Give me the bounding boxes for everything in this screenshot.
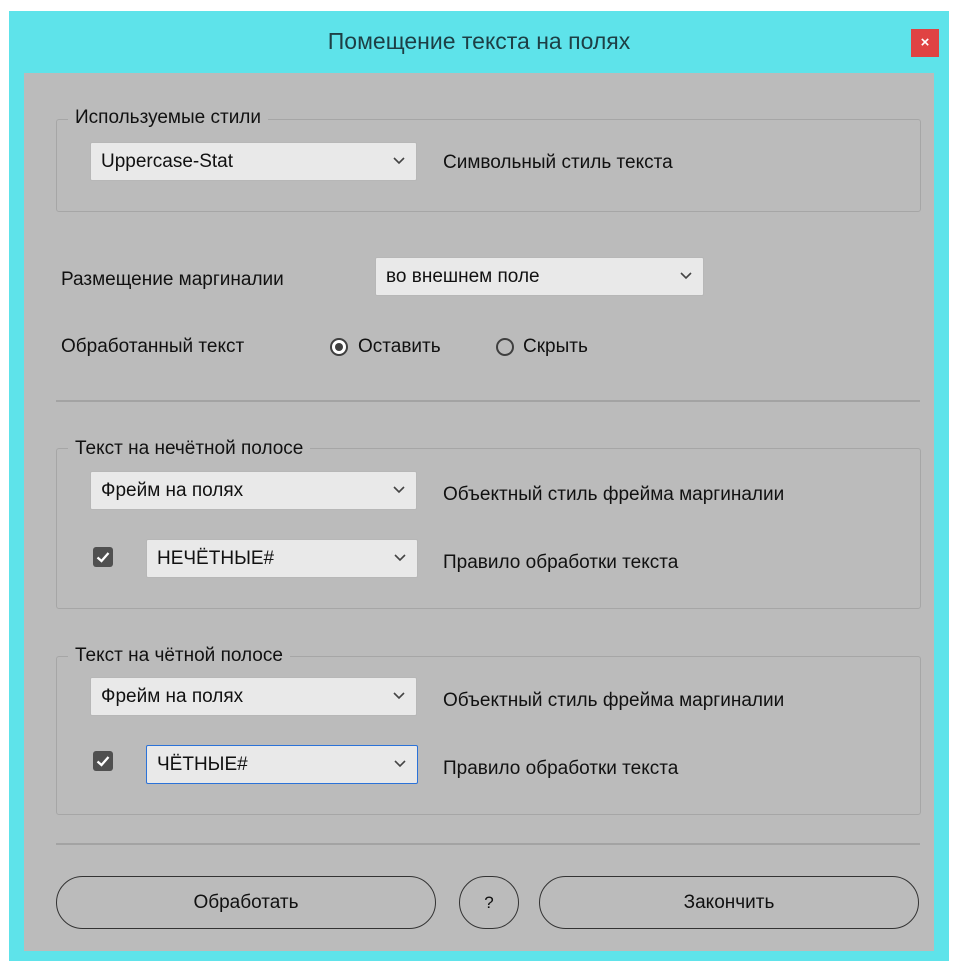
chevron-down-icon [394,760,406,768]
odd-frame-style-value: Фрейм на полях [101,480,244,501]
even-frame-style-select[interactable]: Фрейм на полях [90,677,417,716]
close-icon: × [920,34,930,51]
odd-frame-style-select[interactable]: Фрейм на полях [90,471,417,510]
chevron-down-icon [393,692,405,700]
odd-rule-checkbox[interactable] [93,547,113,567]
placement-value: во внешнем поле [386,266,540,287]
char-style-select[interactable]: Uppercase-Stat [90,142,417,181]
chevron-down-icon [394,554,406,562]
placement-label: Размещение маргиналии [61,269,284,290]
odd-frame-style-label: Объектный стиль фрейма маргиналии [443,484,785,505]
title-bar[interactable]: Помещение текста на полях × [9,11,949,73]
even-rule-checkbox[interactable] [93,751,113,771]
dialog-title: Помещение текста на полях [327,28,631,54]
divider [56,843,920,845]
dialog-body: Используемые стили Uppercase-Stat Символ… [24,73,934,951]
even-rule-value: ЧЁТНЫЕ# [157,754,248,775]
dialog-window: Помещение текста на полях × Используемые… [9,11,949,961]
checkmark-icon [96,756,110,767]
chevron-down-icon [680,272,692,280]
even-frame-style-label: Объектный стиль фрейма маргиналии [443,690,785,711]
char-style-value: Uppercase-Stat [101,151,234,172]
radio-keep[interactable] [330,338,348,356]
odd-page-legend: Текст на нечётной полосе [68,438,311,460]
odd-rule-select[interactable]: НЕЧЁТНЫЕ# [146,539,418,578]
finish-button[interactable]: Закончить [539,876,919,929]
odd-rule-value: НЕЧЁТНЫЕ# [157,548,275,569]
even-rule-select[interactable]: ЧЁТНЫЕ# [146,745,418,784]
even-rule-label: Правило обработки текста [443,758,679,779]
odd-rule-label: Правило обработки текста [443,552,679,573]
even-page-legend: Текст на чётной полосе [68,645,290,667]
styles-group-legend: Используемые стили [68,107,269,129]
processed-label: Обработанный текст [61,336,245,357]
chevron-down-icon [393,157,405,165]
radio-hide[interactable] [496,338,514,356]
even-frame-style-value: Фрейм на полях [101,686,244,707]
help-button[interactable]: ? [459,876,519,929]
radio-hide-label[interactable]: Скрыть [523,335,588,359]
process-button[interactable]: Обработать [56,876,436,929]
radio-keep-label[interactable]: Оставить [358,335,441,359]
chevron-down-icon [393,486,405,494]
checkmark-icon [96,552,110,563]
char-style-label: Символьный стиль текста [443,152,673,173]
close-button[interactable]: × [911,29,939,57]
placement-select[interactable]: во внешнем поле [375,257,704,296]
divider [56,400,920,402]
